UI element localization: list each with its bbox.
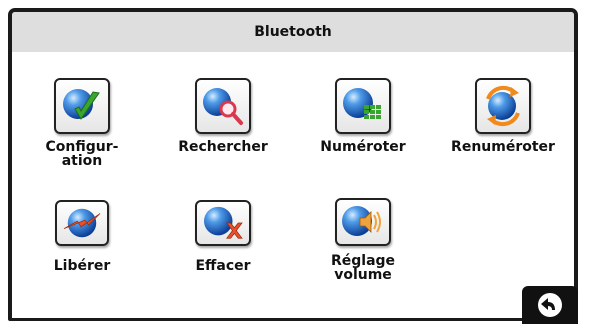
bluetooth-window: Bluetooth Configur- ation Rechercher Num… [8, 8, 578, 321]
menu-item-search[interactable]: Rechercher [163, 78, 283, 154]
menu-item-label: Renuméroter [451, 139, 555, 155]
menu-item-label: Libérer [53, 258, 111, 274]
release-icon [55, 200, 109, 246]
menu-item-label: Numéroter [320, 139, 406, 155]
title-bar: Bluetooth [12, 12, 574, 52]
menu-item-delete[interactable]: Effacer [163, 200, 283, 273]
back-button[interactable] [522, 286, 578, 324]
menu-item-configuration[interactable]: Configur- ation [22, 78, 142, 168]
menu-item-label: Rechercher [178, 139, 268, 155]
delete-icon [195, 200, 251, 246]
page-title: Bluetooth [254, 24, 332, 40]
menu-item-release[interactable]: Libérer [22, 200, 142, 273]
menu-item-volume[interactable]: Réglage volume [303, 198, 423, 282]
menu-item-label: Effacer [195, 258, 251, 274]
menu-item-label: Réglage volume [330, 253, 396, 283]
volume-icon [335, 198, 391, 246]
search-icon [195, 78, 251, 134]
redial-icon [475, 78, 531, 134]
menu-item-label: Configur- ation [45, 139, 119, 169]
dialpad-icon [335, 78, 391, 134]
back-arrow-icon [538, 293, 562, 317]
menu-item-dial[interactable]: Numéroter [303, 78, 423, 154]
configuration-icon [54, 78, 110, 134]
menu-item-redial[interactable]: Renuméroter [443, 78, 563, 154]
